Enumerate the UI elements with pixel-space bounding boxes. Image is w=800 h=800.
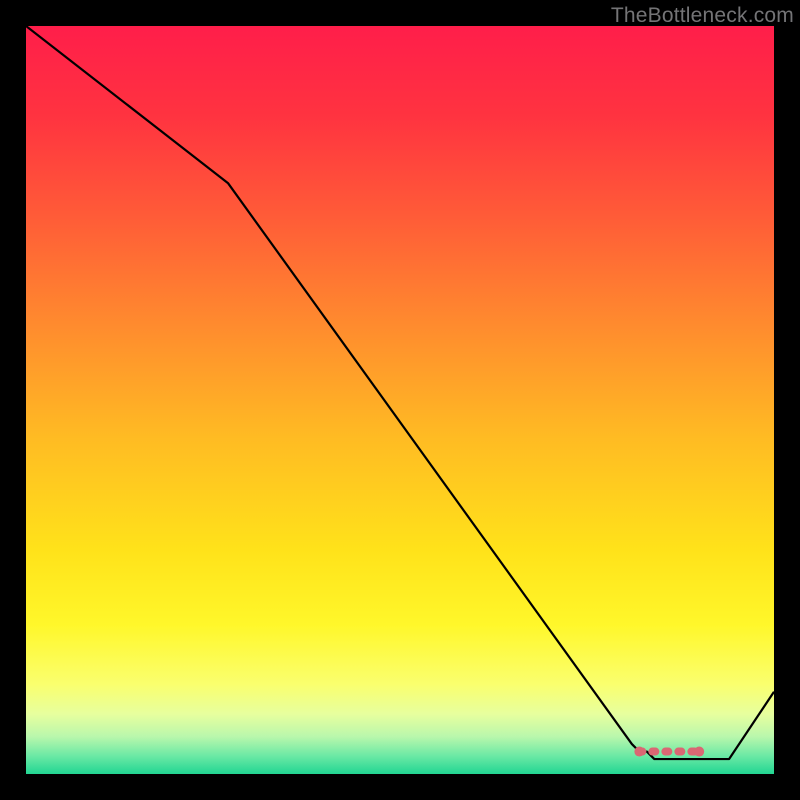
marker-endpoint	[634, 747, 644, 757]
chart-svg	[26, 26, 774, 774]
chart-stage: TheBottleneck.com	[0, 0, 800, 800]
attribution-label: TheBottleneck.com	[611, 4, 794, 28]
marker-endpoint	[694, 747, 704, 757]
plot-area	[26, 26, 774, 774]
gradient-background	[26, 26, 774, 774]
